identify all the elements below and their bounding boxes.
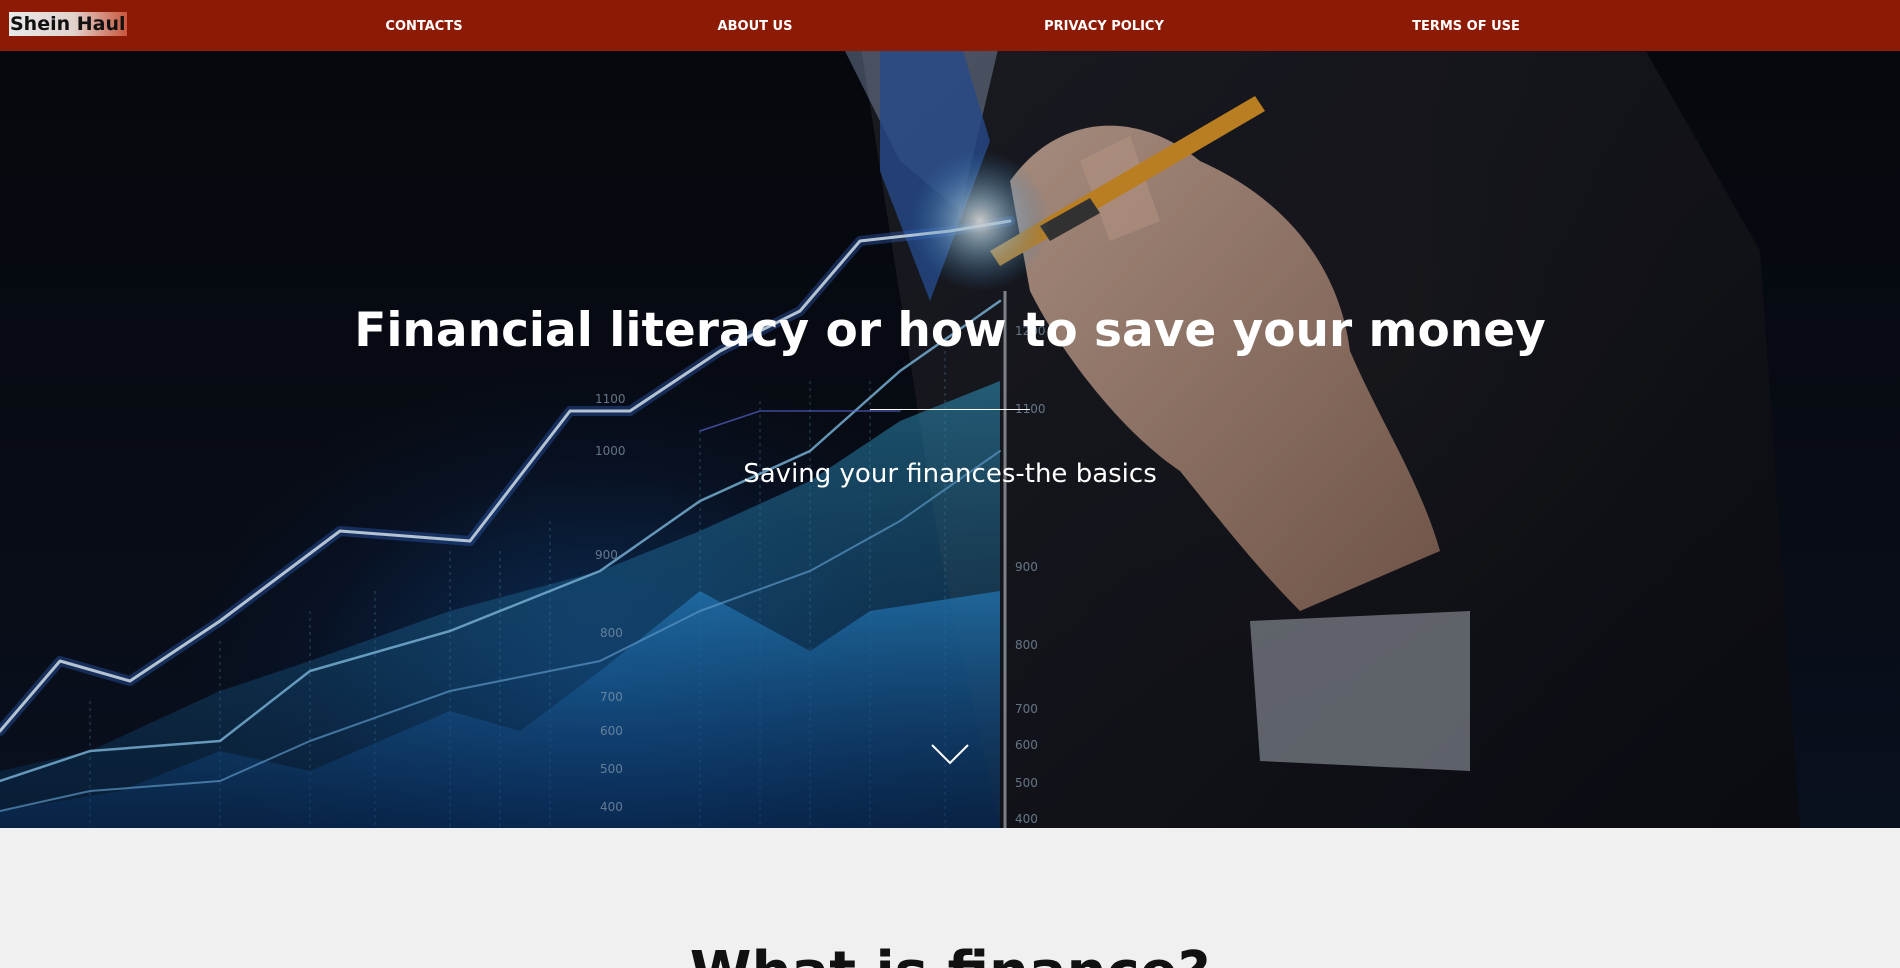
what-is-finance-section: What is finance?	[0, 828, 1900, 968]
hero-banner: 1100 1000 900 800 700 600 500 400 1200 1…	[0, 51, 1900, 828]
hero-dark-overlay	[0, 51, 1900, 828]
site-logo[interactable]: Shein Haul	[9, 12, 127, 36]
chevron-down-icon[interactable]	[930, 741, 970, 767]
hero-subtitle: Saving your finances-the basics	[743, 459, 1157, 489]
nav-contacts-link[interactable]: CONTACTS	[385, 19, 462, 35]
top-navbar: Shein Haul CONTACTS ABOUT US PRIVACY POL…	[0, 0, 1900, 51]
nav-about-us-link[interactable]: ABOUT US	[718, 19, 793, 35]
nav-terms-of-use-link[interactable]: TERMS OF USE	[1412, 19, 1520, 35]
section-heading: What is finance?	[0, 938, 1900, 968]
hero-divider	[870, 409, 1030, 410]
hero-title: Financial literacy or how to save your m…	[354, 303, 1546, 358]
nav-privacy-policy-link[interactable]: PRIVACY POLICY	[1044, 19, 1164, 35]
